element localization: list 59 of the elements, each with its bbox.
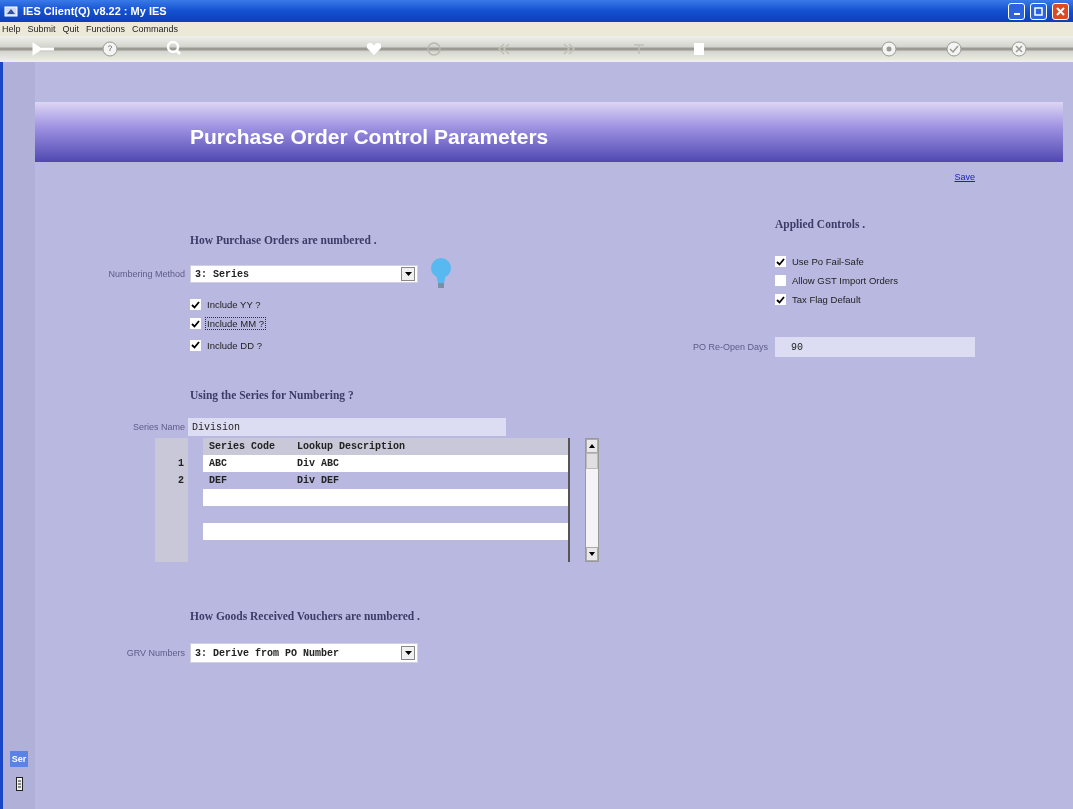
table-cell-text: DEF <box>208 475 228 486</box>
row-number: 2 <box>177 474 185 488</box>
section-heading: How Goods Received Vouchers are numbered . <box>189 609 420 624</box>
table-cell-text: ABC <box>208 458 228 469</box>
app-icon <box>4 5 18 17</box>
section-heading: Applied Controls . <box>775 217 866 232</box>
menu-item[interactable]: Quit <box>62 24 80 34</box>
checkbox-label: Use Po Fail-Safe <box>791 255 865 268</box>
field-label: GRV Numbers <box>125 648 185 658</box>
field-label: Series Name <box>131 422 185 432</box>
checkbox[interactable] <box>775 256 786 267</box>
table-cell-text: Div DEF <box>296 475 340 486</box>
menu-item[interactable]: Help <box>2 24 21 34</box>
scroll-down-icon[interactable] <box>589 552 595 556</box>
scroll-up-icon[interactable] <box>589 444 595 448</box>
scroll-thumb[interactable] <box>586 453 598 469</box>
menu-item[interactable]: Functions <box>86 24 126 34</box>
ring-icon[interactable] <box>424 39 444 59</box>
help-icon[interactable] <box>100 39 120 59</box>
menu-item[interactable]: Submit <box>27 24 56 34</box>
row-number: 1 <box>177 457 185 471</box>
caret-icon <box>404 272 412 276</box>
input-field[interactable]: 90 <box>775 337 975 357</box>
checkbox-label: Allow GST Import Orders <box>791 274 899 287</box>
close-icon <box>1056 6 1065 16</box>
checkbox-label: Include DD ? <box>206 338 263 352</box>
column-header: Lookup Description <box>296 441 407 452</box>
document-icon[interactable] <box>15 777 23 791</box>
section-heading: How Purchase Orders are numbered . <box>189 233 377 248</box>
checkbox[interactable] <box>190 339 201 351</box>
close-icon[interactable] <box>1009 39 1029 59</box>
checkbox[interactable] <box>775 275 786 286</box>
check-icon[interactable] <box>944 39 964 59</box>
dropdown[interactable]: 3: Series <box>190 265 418 283</box>
close-button[interactable] <box>1052 2 1069 20</box>
menu-item[interactable]: Commands <box>132 24 179 34</box>
checkbox-label: Include MM ? <box>205 317 267 330</box>
page-title: Purchase Order Control Parameters <box>190 125 549 149</box>
maximize-button[interactable] <box>1030 2 1047 20</box>
field-label: Numbering Method <box>107 269 185 279</box>
dropdown[interactable]: 3: Derive from PO Number <box>190 643 418 663</box>
checkbox[interactable] <box>775 294 786 305</box>
maximize-icon <box>1034 6 1043 16</box>
checkbox-label: Include YY ? <box>206 298 262 311</box>
side-tab[interactable]: Ser <box>9 751 29 767</box>
input-field[interactable]: Division <box>188 418 506 436</box>
scrollbar[interactable] <box>585 438 599 562</box>
minimize-button[interactable] <box>1008 2 1025 20</box>
save-link[interactable]: Save <box>954 172 975 182</box>
caret-icon <box>404 651 412 655</box>
window-title: IES Client(Q) v8.22 : My IES <box>23 5 168 17</box>
lightbulb-icon[interactable] <box>430 257 452 291</box>
column-header: Series Code <box>208 441 276 452</box>
field-label: PO Re-Open Days <box>691 342 768 352</box>
checkbox-label: Tax Flag Default <box>791 293 862 306</box>
checkbox[interactable] <box>190 318 201 329</box>
section-heading: Using the Series for Numbering ? <box>189 388 354 403</box>
table-cell-text: Div ABC <box>296 458 340 469</box>
checkbox[interactable] <box>190 299 201 310</box>
